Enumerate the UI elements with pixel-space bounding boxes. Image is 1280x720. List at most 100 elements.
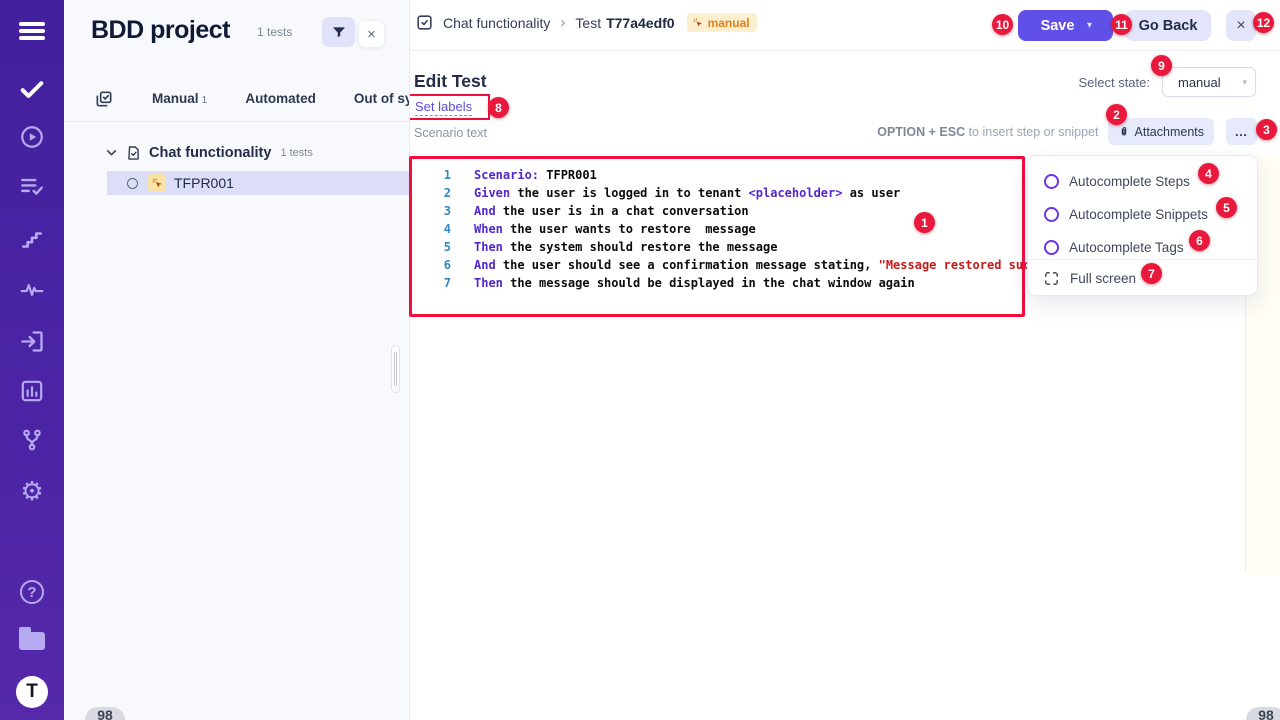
question-glyph: ? (27, 584, 36, 601)
save-label: Save (1018, 18, 1087, 34)
line-number: 6 (411, 256, 451, 274)
project-tests-count: 1 tests (257, 25, 292, 39)
test-row-selected[interactable]: TFPR001 (107, 171, 410, 195)
editor-toolbar: OPTION + ESC to insert step or snippet A… (877, 118, 1257, 145)
page-title: Edit Test (414, 71, 487, 92)
help-icon[interactable]: ? (0, 572, 64, 612)
radio-circle-icon[interactable] (1044, 174, 1059, 189)
annotation-7: 7 (1141, 263, 1162, 284)
close-icon: × (367, 26, 376, 43)
set-labels-link[interactable]: Set labels (415, 99, 472, 116)
shortcut-hint-keys: OPTION + ESC (877, 125, 965, 139)
line-number: 2 (411, 184, 451, 202)
select-state-label: Select state: (1078, 75, 1150, 90)
annotation-2: 2 (1106, 104, 1127, 125)
radio-circle-icon[interactable] (1044, 207, 1059, 222)
manual-badge: manual (687, 13, 757, 32)
tab-manual[interactable]: Manual1 (152, 91, 207, 106)
tests-check-icon[interactable] (0, 69, 64, 109)
close-icon: × (1236, 17, 1245, 35)
save-dropdown-caret-icon[interactable]: ▾ (1087, 20, 1113, 31)
state-select[interactable]: manual ▾ (1162, 67, 1256, 97)
chevron-down-icon[interactable] (105, 146, 118, 159)
annotation-6: 6 (1189, 230, 1210, 251)
state-value: manual (1163, 75, 1242, 90)
tab-label: Manual (152, 91, 199, 106)
project-title: BDD project (91, 16, 230, 45)
breadcrumb-separator: › (560, 14, 565, 31)
tab-automated[interactable]: Automated (245, 91, 316, 106)
suite-row-chat-functionality[interactable]: Chat functionality 1 tests (64, 139, 409, 166)
branch-git-icon[interactable] (0, 420, 64, 460)
suite-document-icon (125, 144, 142, 162)
select-all-icon[interactable] (94, 89, 114, 109)
suite-label: Chat functionality (149, 145, 271, 161)
gear-glyph: ⚙ (20, 478, 43, 504)
test-task-icon (415, 13, 434, 32)
runs-play-icon[interactable] (0, 117, 64, 157)
editor-more-button[interactable]: … (1226, 118, 1257, 145)
cutoff-glyph: 98 (1258, 707, 1274, 720)
tab-label: Automated (245, 91, 316, 106)
cutoff-badge-right[interactable]: 98 (1246, 707, 1280, 720)
settings-gear-icon[interactable]: ⚙ (0, 471, 64, 511)
test-id-label: TFPR001 (174, 175, 234, 191)
suite-count: 1 tests (280, 147, 312, 159)
annotation-8: 8 (488, 97, 509, 118)
logo-letter: T (26, 681, 38, 703)
scenario-text-label: Scenario text (414, 126, 487, 140)
breadcrumb-suite-link[interactable]: Chat functionality (443, 15, 550, 31)
pulse-activity-icon[interactable] (0, 270, 64, 310)
milestones-stairs-icon[interactable] (0, 220, 64, 260)
cutoff-glyph: 98 (97, 707, 113, 720)
main-header: Chat functionality › Test T77a4edf0 manu… (411, 0, 1280, 51)
badge-label: manual (708, 16, 750, 30)
project-panel: BDD project 1 tests × Manual1 Automated … (64, 0, 410, 720)
select-caret-icon: ▾ (1242, 77, 1255, 88)
more-icon: … (1235, 124, 1249, 139)
menu-item-label: Full screen (1070, 271, 1136, 286)
app-sidebar: ⚙ ? T (0, 0, 64, 720)
plans-list-check-icon[interactable] (0, 166, 64, 206)
annotation-5: 5 (1216, 197, 1237, 218)
editor-close-button[interactable]: × (1226, 10, 1256, 41)
breadcrumb-test-id: T77a4edf0 (606, 15, 674, 31)
filter-button[interactable] (322, 17, 355, 47)
menu-item-label: Autocomplete Tags (1069, 240, 1184, 255)
manual-cursor-icon (692, 17, 704, 29)
line-number: 4 (411, 220, 451, 238)
panel-tabs: Manual1 Automated Out of sync (64, 76, 409, 122)
annotation-3: 3 (1256, 119, 1277, 140)
panel-header: BDD project 1 tests × (64, 0, 409, 64)
filter-close-button[interactable]: × (358, 20, 385, 48)
menu-item-label: Autocomplete Steps (1069, 174, 1190, 189)
tab-out-of-sync[interactable]: Out of sync (354, 91, 410, 106)
line-number: 7 (411, 274, 451, 292)
panel-resize-handle[interactable] (391, 345, 400, 393)
annotation-11: 11 (1111, 14, 1132, 35)
hamburger-menu-icon[interactable] (0, 11, 64, 51)
tab-count: 1 (202, 94, 208, 106)
main-content: Chat functionality › Test T77a4edf0 manu… (411, 0, 1280, 720)
pull-in-login-icon[interactable] (0, 321, 64, 361)
reports-chart-icon[interactable] (0, 371, 64, 411)
radio-circle-icon[interactable] (1044, 240, 1059, 255)
save-button[interactable]: Save ▾ (1018, 10, 1113, 41)
app-root: ⚙ ? T BDD project 1 tests × (0, 0, 1280, 720)
cutoff-badge-left[interactable]: 98 (85, 707, 125, 720)
attachments-label: Attachments (1135, 125, 1204, 139)
manual-cursor-icon (148, 174, 166, 192)
test-radio-circle[interactable] (127, 178, 138, 189)
projects-folder-icon[interactable] (0, 621, 64, 661)
annotation-1: 1 (914, 212, 935, 233)
breadcrumb: Chat functionality › Test T77a4edf0 manu… (415, 13, 757, 32)
menu-item-autocomplete-steps[interactable]: Autocomplete Steps (1028, 165, 1257, 198)
annotation-12: 12 (1253, 12, 1274, 33)
paperclip-icon (1118, 125, 1130, 139)
annotation-4: 4 (1198, 163, 1219, 184)
go-back-button[interactable]: Go Back (1125, 10, 1211, 41)
testomat-logo[interactable]: T (16, 676, 48, 708)
funnel-icon (331, 24, 347, 40)
annotation-9: 9 (1151, 55, 1172, 76)
go-back-label: Go Back (1139, 18, 1198, 34)
